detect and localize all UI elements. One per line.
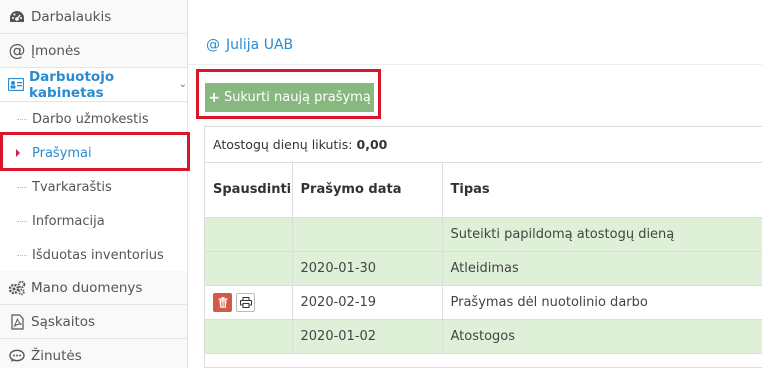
cell-type: Prašymas dėl nuotolinio darbo	[442, 285, 762, 320]
cell-print	[205, 319, 293, 354]
pdf-file-icon	[7, 313, 27, 330]
cell-date: 2020-01-30	[292, 251, 443, 286]
column-header-print[interactable]: Spausdinti	[205, 163, 293, 218]
sidebar-item-mano-duomenys[interactable]: Mano duomenys	[0, 271, 187, 305]
cell-date: 2020-02-19	[292, 285, 443, 320]
submenu-item-label: Darbo užmokestis	[32, 111, 149, 127]
cell-print	[205, 285, 293, 320]
plus-icon: +	[208, 89, 220, 106]
print-icon[interactable]	[236, 292, 255, 312]
tree-connector	[17, 221, 27, 222]
tree-connector	[17, 255, 27, 256]
table-row[interactable]: 2020-01-02 Atostogos	[205, 319, 762, 354]
sidebar: Darbalaukis @ Įmonės Darbuotojo kabineta…	[0, 0, 188, 368]
requests-table: Spausdinti Prašymo data Tipas Suteikti p…	[205, 163, 762, 354]
submenu-item-tvarkarastis[interactable]: Tvarkaraštis	[0, 170, 187, 204]
sidebar-item-label: Įmonės	[31, 42, 81, 59]
sidebar-item-label: Darbuotojo kabinetas	[28, 68, 115, 101]
dashboard-icon	[7, 10, 27, 24]
cell-type: Suteikti papildomą atostogų dieną	[442, 217, 762, 252]
divider	[188, 64, 762, 65]
submenu-item-isduotas-inventorius[interactable]: Išduotas inventorius	[0, 238, 187, 272]
sidebar-item-label: Darbalaukis	[31, 8, 112, 25]
chevron-down-icon: ⌄	[178, 79, 187, 90]
cell-type: Atleidimas	[442, 251, 762, 286]
column-header-type[interactable]: Tipas	[442, 163, 762, 218]
submenu-item-label: Tvarkaraštis	[32, 179, 112, 195]
sidebar-item-imones[interactable]: @ Įmonės	[0, 34, 187, 68]
main-content: @ Julija UAB + Sukurti naują prašymą Ato…	[188, 0, 762, 368]
create-request-button[interactable]: + Sukurti naują prašymą	[205, 83, 374, 112]
id-card-icon	[7, 78, 25, 91]
at-icon: @	[206, 37, 220, 53]
company-name: Julija UAB	[226, 37, 294, 53]
balance-label: Atostogų dienų likutis:	[213, 137, 353, 152]
table-row[interactable]: 2020-02-19 Prašymas dėl nuotolinio darbo	[205, 285, 762, 320]
table-row[interactable]: 2020-01-30 Atleidimas	[205, 251, 762, 286]
create-request-label: Sukurti naują prašymą	[223, 90, 371, 105]
at-icon: @	[8, 40, 26, 61]
requests-panel: Atostogų dienų likutis: 0,00 Spausdinti …	[204, 126, 762, 368]
submenu-item-label: Informacija	[32, 213, 105, 229]
cell-date: 2020-01-02	[292, 319, 443, 354]
submenu-item-darbo-uzmokestis[interactable]: Darbo užmokestis	[0, 102, 187, 136]
sidebar-item-label: Mano duomenys	[31, 279, 143, 296]
cell-date	[292, 217, 443, 252]
vacation-balance: Atostogų dienų likutis: 0,00	[205, 127, 762, 163]
tree-connector	[17, 119, 27, 120]
submenu-item-prasymai[interactable]: Prašymai	[0, 136, 187, 170]
trash-icon[interactable]	[213, 292, 232, 312]
sidebar-item-saskaitos[interactable]: Sąskaitos	[0, 305, 187, 339]
sidebar-item-label: Sąskaitos	[31, 313, 96, 330]
sidebar-item-zinutes[interactable]: Žinutės	[0, 339, 187, 368]
table-row[interactable]: Suteikti papildomą atostogų dieną	[205, 217, 762, 252]
cell-print	[205, 251, 293, 286]
gears-icon	[7, 280, 27, 296]
caret-right-icon	[16, 149, 20, 157]
submenu-item-label: Prašymai	[32, 145, 92, 161]
cell-print	[205, 217, 293, 252]
sidebar-item-label: Žinutės	[31, 347, 82, 364]
submenu-item-label: Išduotas inventorius	[32, 247, 164, 263]
row-actions	[213, 292, 284, 312]
chat-icon	[7, 349, 27, 363]
column-header-date[interactable]: Prašymo data	[292, 163, 443, 218]
submenu-item-informacija[interactable]: Informacija	[0, 204, 187, 238]
balance-value: 0,00	[356, 137, 388, 152]
company-link[interactable]: @ Julija UAB	[206, 37, 293, 53]
cell-type: Atostogos	[442, 319, 762, 354]
sidebar-item-darbalaukis[interactable]: Darbalaukis	[0, 0, 187, 34]
sidebar-item-darbuotojo-kabinetas[interactable]: Darbuotojo kabinetas ⌄	[0, 68, 187, 102]
table-header-row: Spausdinti Prašymo data Tipas	[205, 163, 762, 218]
tree-connector	[17, 187, 27, 188]
